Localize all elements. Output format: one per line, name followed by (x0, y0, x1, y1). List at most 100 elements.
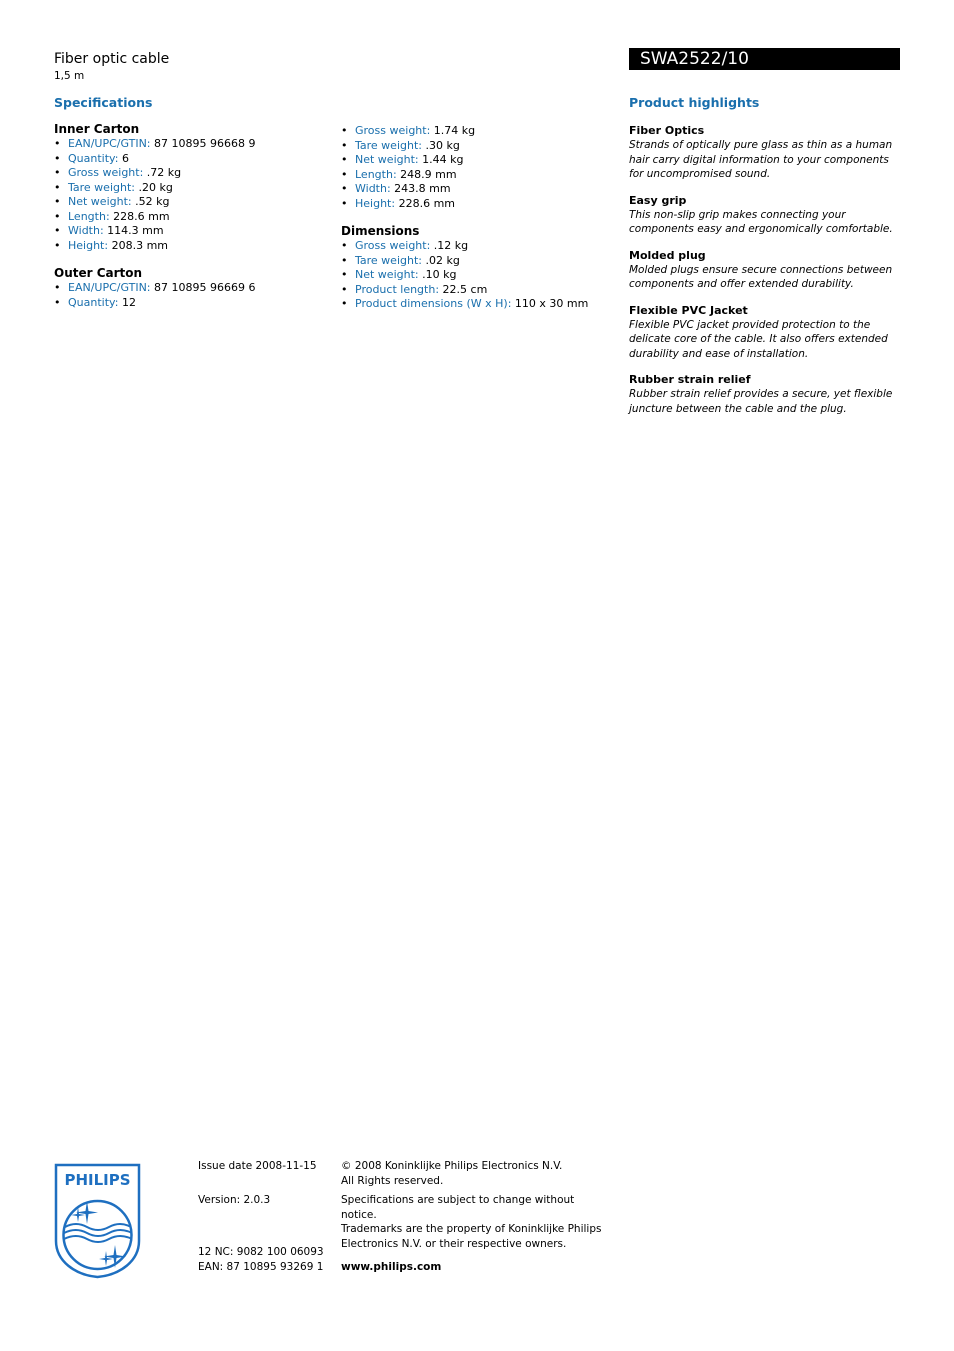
highlights-column: Fiber Optics Strands of optically pure g… (629, 124, 901, 428)
highlight-title: Rubber strain relief (629, 373, 751, 386)
spec-value: 6 (121, 151, 129, 165)
highlight-text: This non-slip grip makes connecting your… (629, 208, 893, 236)
dimensions-title: Dimensions (341, 224, 420, 238)
spec-label: Gross weight: (355, 239, 431, 252)
spec-value: 22.5 cm (442, 282, 488, 296)
outer-carton-list: EAN/UPC/GTIN: 87 10895 96669 6 Quantity:… (54, 281, 324, 310)
spec-value: 114.3 mm (107, 224, 164, 237)
spec-value: 87 10895 96669 6 (154, 281, 256, 294)
spec-item: Product dimensions (W x H): 110 x 30 mm (341, 297, 611, 312)
copyright-line-2: All Rights reserved. (341, 1174, 444, 1187)
spec-label: Height: (355, 196, 396, 210)
spec-value: 110 x 30 mm (514, 297, 589, 310)
spec-value: 87 10895 96668 9 (154, 137, 256, 150)
product-highlights-heading: Product highlights (629, 95, 760, 110)
highlight-title: Molded plug (629, 248, 706, 262)
spec-label: Net weight: (355, 153, 419, 166)
philips-shield-icon: PHILIPS (54, 1163, 141, 1279)
spec-label: Net weight: (355, 268, 419, 281)
spec-value: 243.8 mm (394, 182, 451, 195)
spec-label: Width: (68, 224, 104, 237)
spec-label: EAN/UPC/GTIN: (68, 137, 151, 150)
spec-label: Gross weight: (355, 124, 431, 137)
spec-value: .72 kg (146, 166, 182, 179)
spec-item: Gross weight: 1.74 kg (341, 124, 611, 139)
notice-line-1: Specifications are subject to change wit… (341, 1194, 575, 1221)
spec-item: Tare weight: .30 kg (341, 139, 611, 154)
spec-value: .52 kg (135, 195, 170, 208)
inner-carton-list: EAN/UPC/GTIN: 87 10895 96668 9 Quantity:… (54, 137, 324, 253)
nc-code: 12 NC: 9082 100 06093 (198, 1246, 324, 1258)
spec-item: Length: 228.6 mm (54, 210, 324, 225)
spec-value: 248.9 mm (400, 167, 457, 181)
spec-value: 1.74 kg (433, 124, 476, 137)
spec-item: Height: 208.3 mm (54, 239, 324, 254)
spec-item: Net weight: .52 kg (54, 195, 324, 210)
spec-label: Length: (68, 209, 110, 223)
highlight-text: Molded plugs ensure secure connections b… (629, 263, 893, 291)
notice-line-3: Electronics N.V. or their respective own… (341, 1237, 567, 1250)
spec-label: Tare weight: (355, 138, 422, 152)
highlight-text: Flexible PVC jacket provided protection … (629, 318, 888, 360)
spec-label: Tare weight: (355, 253, 422, 267)
spec-value: .30 kg (425, 138, 460, 152)
spec-value: 228.6 mm (113, 209, 170, 223)
outer-carton-title: Outer Carton (54, 266, 143, 280)
highlight-title: Flexible PVC Jacket (629, 303, 748, 317)
spec-label: Quantity: (68, 295, 119, 309)
spec-item: EAN/UPC/GTIN: 87 10895 96668 9 (54, 137, 324, 152)
spec-item: Length: 248.9 mm (341, 168, 611, 183)
highlight-title: Fiber Optics (629, 124, 705, 137)
spec-item: Width: 243.8 mm (341, 182, 611, 197)
spec-label: Quantity: (68, 151, 119, 165)
spec-item: Quantity: 12 (54, 296, 324, 311)
spec-label: Height: (68, 238, 109, 252)
spec-item: Height: 228.6 mm (341, 197, 611, 212)
spec-item: Quantity: 6 (54, 152, 324, 167)
highlight-text: Strands of optically pure glass as thin … (629, 139, 893, 180)
inner-carton-group: Inner Carton EAN/UPC/GTIN: 87 10895 9666… (54, 122, 324, 253)
spec-value: 12 (121, 295, 136, 309)
highlight-item: Flexible PVC Jacket Flexible PVC jacket … (629, 304, 901, 362)
product-variant: 1,5 m (54, 70, 85, 82)
spec-label: Tare weight: (68, 180, 135, 194)
outer-carton-continued: Gross weight: 1.74 kg Tare weight: .30 k… (341, 124, 611, 211)
website-link[interactable]: www.philips.com (341, 1260, 441, 1275)
notice-line-2: Trademarks are the property of Koninklij… (341, 1223, 602, 1235)
ean-code: EAN: 87 10895 93269 1 (198, 1260, 324, 1273)
spec-value: 228.6 mm (398, 196, 455, 210)
highlight-item: Fiber Optics Strands of optically pure g… (629, 124, 901, 182)
spec-value: .20 kg (138, 180, 173, 194)
spec-item: Net weight: .10 kg (341, 268, 611, 283)
spec-label: EAN/UPC/GTIN: (68, 281, 151, 294)
logo-wordmark: PHILIPS (64, 1171, 130, 1189)
copyright: © 2008 Koninklijke Philips Electronics N… (341, 1159, 562, 1188)
spec-column-1: Inner Carton EAN/UPC/GTIN: 87 10895 9666… (54, 122, 324, 323)
copyright-line-1: © 2008 Koninklijke Philips Electronics N… (341, 1160, 563, 1172)
spec-value: 1.44 kg (422, 153, 464, 166)
legal-notice: Specifications are subject to change wit… (341, 1193, 611, 1251)
spec-item: Tare weight: .02 kg (341, 254, 611, 269)
spec-value: .10 kg (422, 268, 457, 281)
spec-value: .02 kg (425, 253, 460, 267)
product-name: Fiber optic cable (54, 51, 170, 67)
spec-item: EAN/UPC/GTIN: 87 10895 96669 6 (54, 281, 324, 296)
spec-label: Gross weight: (68, 166, 144, 179)
model-number-banner: SWA2522/10 (629, 48, 900, 70)
spec-label: Product length: (355, 282, 440, 296)
dimensions-group: Dimensions Gross weight: .12 kg Tare wei… (341, 224, 611, 312)
spec-label: Net weight: (68, 195, 132, 208)
spec-label: Length: (355, 167, 397, 181)
spec-value: 208.3 mm (111, 238, 168, 252)
spec-item: Product length: 22.5 cm (341, 283, 611, 298)
highlight-text: Rubber strain relief provides a secure, … (629, 388, 893, 415)
spec-item: Gross weight: .72 kg (54, 166, 324, 181)
spec-label: Width: (355, 182, 391, 195)
spec-label: Product dimensions (W x H): (355, 297, 512, 310)
product-codes: 12 NC: 9082 100 06093 EAN: 87 10895 9326… (198, 1245, 324, 1274)
inner-carton-title: Inner Carton (54, 122, 140, 136)
spec-item: Gross weight: .12 kg (341, 239, 611, 254)
issue-date: Issue date 2008-11-15 (198, 1160, 317, 1172)
highlight-item: Easy grip This non-slip grip makes conne… (629, 194, 901, 237)
philips-logo: PHILIPS (54, 1163, 141, 1279)
